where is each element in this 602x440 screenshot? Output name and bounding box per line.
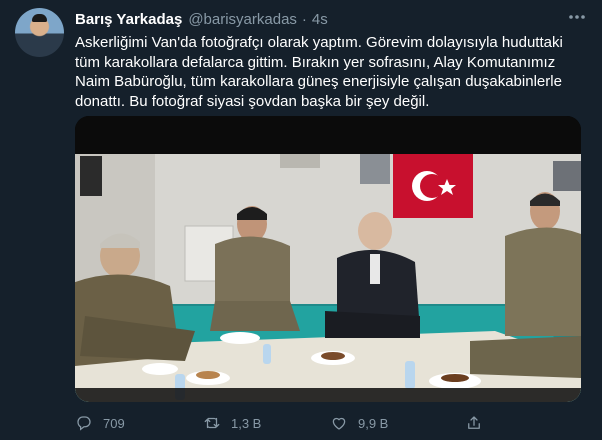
like-count: 9,9 B <box>358 415 389 431</box>
retweet-count: 1,3 B <box>231 415 262 431</box>
tweet-header: Barış Yarkadaş @barisyarkadas · 4s <box>75 9 328 29</box>
share-button[interactable] <box>465 412 493 434</box>
timestamp[interactable]: 4s <box>312 11 328 28</box>
tweet-text: Askerliğimi Van'da fotoğrafçı olarak yap… <box>75 34 563 110</box>
reply-button[interactable]: 709 <box>75 412 125 434</box>
reply-count: 709 <box>103 415 125 431</box>
tweet[interactable]: Barış Yarkadaş @barisyarkadas · 4s Asker… <box>0 0 602 440</box>
retweet-button[interactable]: 1,3 B <box>203 412 261 434</box>
retweet-icon <box>204 417 220 429</box>
separator-dot: · <box>301 10 307 28</box>
like-button[interactable]: 9,9 B <box>330 412 388 434</box>
reply-icon <box>77 416 91 431</box>
author-name[interactable]: Barış Yarkadaş <box>75 11 182 28</box>
avatar[interactable] <box>15 8 64 57</box>
author-handle[interactable]: @barisyarkadas <box>188 11 297 28</box>
heart-icon <box>332 417 346 430</box>
share-icon <box>468 416 480 429</box>
tweet-actions: 709 1,3 B 9,9 B <box>75 412 595 434</box>
more-icon[interactable] <box>566 6 588 28</box>
tweet-photo[interactable] <box>75 116 581 402</box>
